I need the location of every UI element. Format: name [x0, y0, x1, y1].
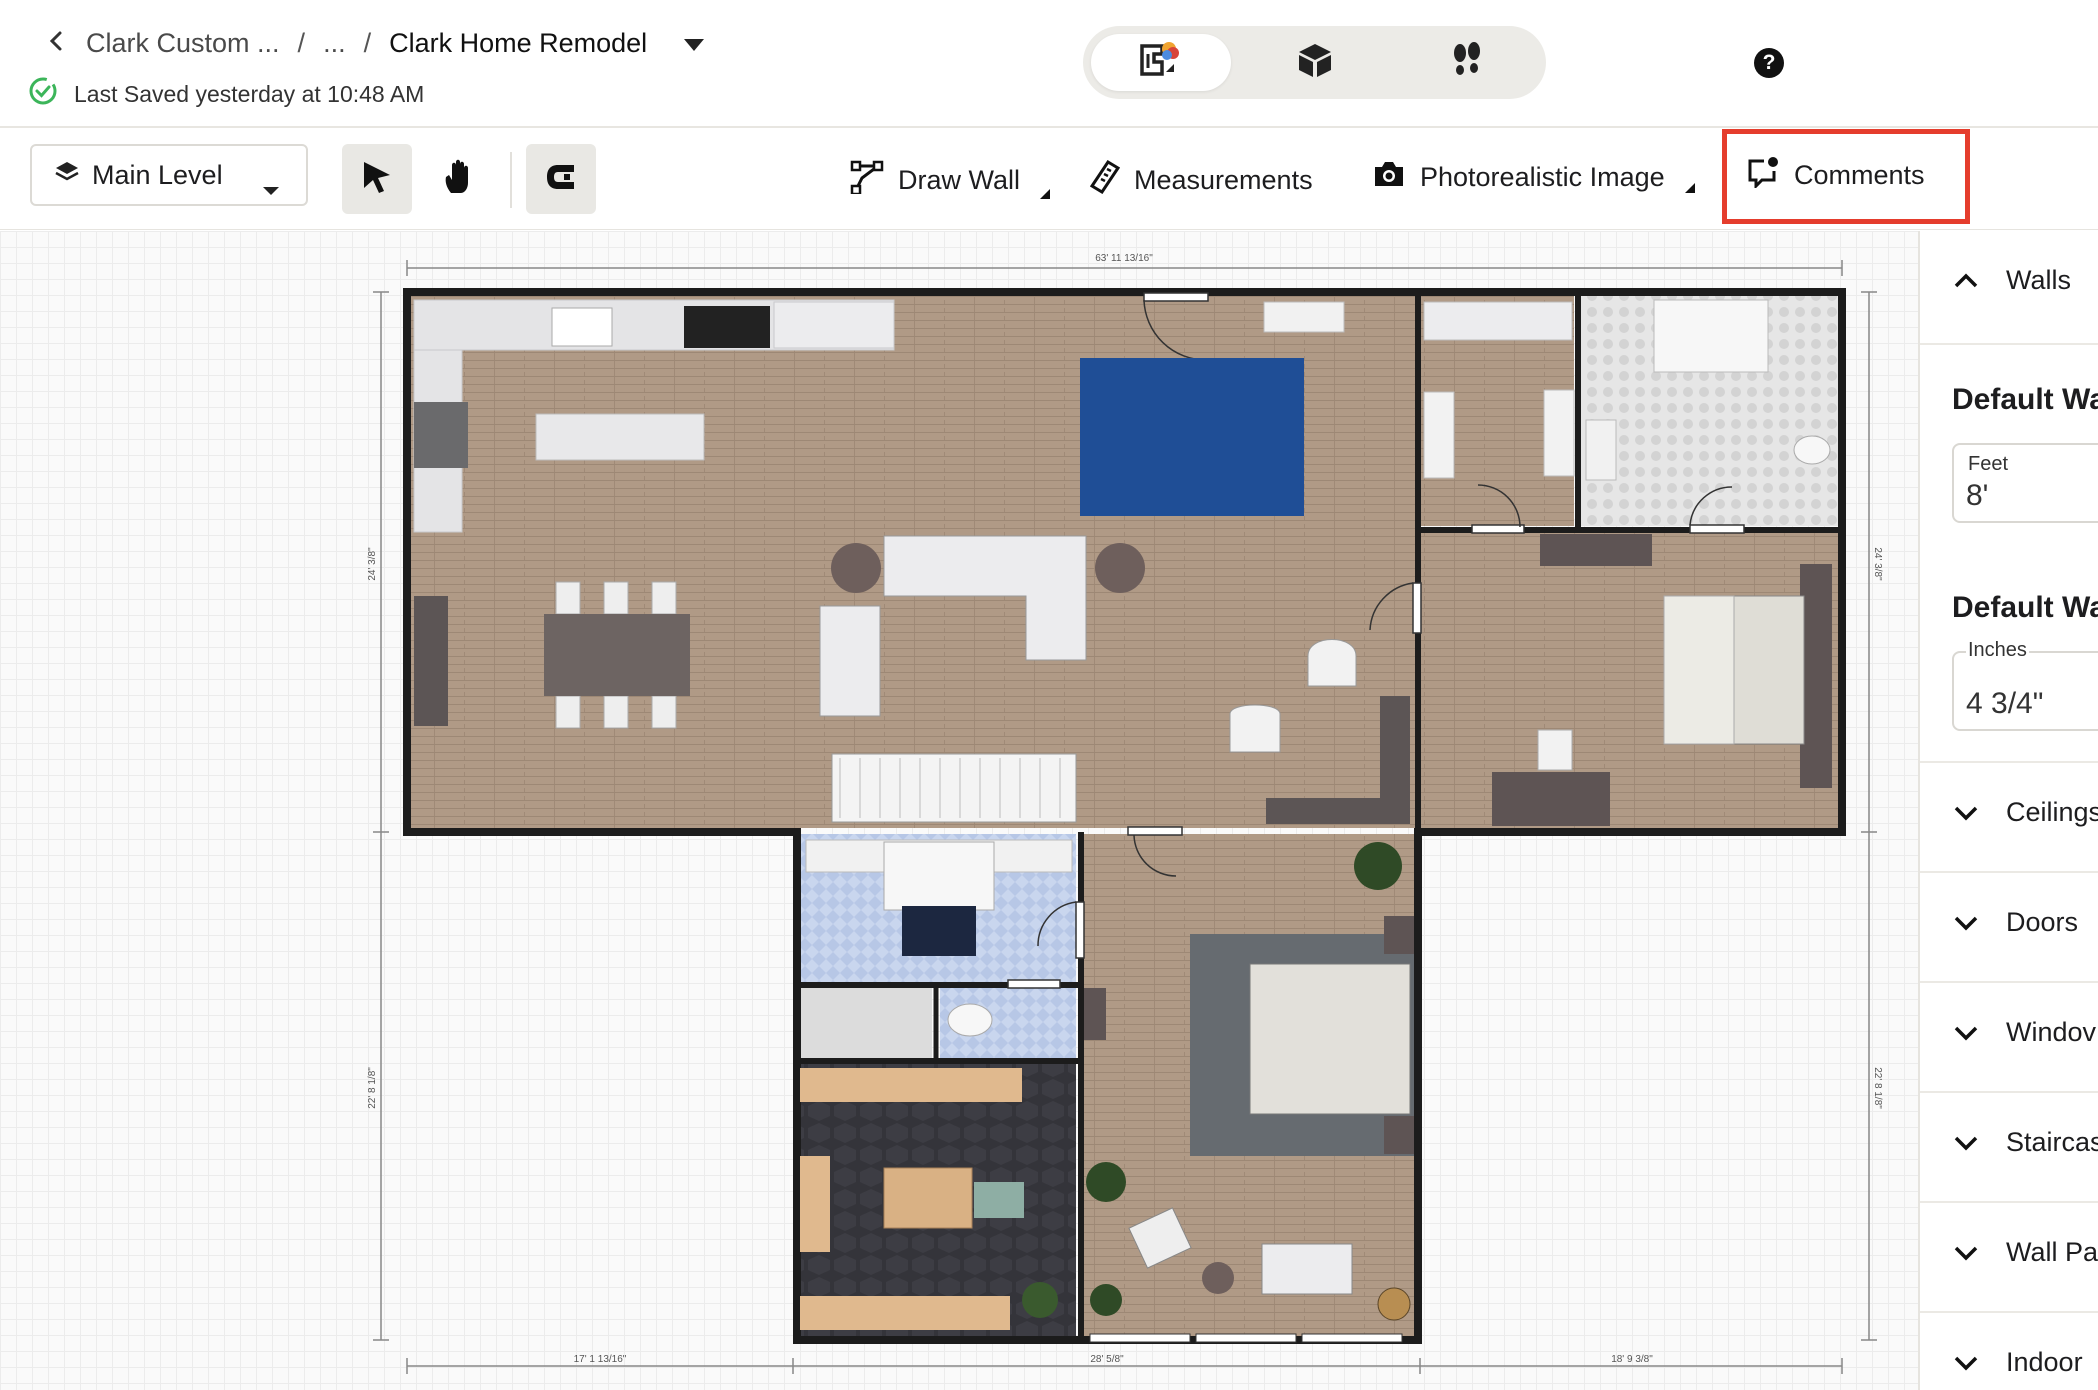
staircases-section-label: Staircas [2006, 1127, 2098, 1157]
dimension-left-lower: 22' 8 1/8" [367, 1067, 378, 1109]
wall-panels-section-header[interactable]: Wall Par [1954, 1237, 2098, 1268]
wall-height-feet-field[interactable]: Feet 8' [1952, 443, 2098, 523]
magnet-snap-icon [544, 162, 578, 197]
comments-highlight-box [1722, 129, 1970, 224]
doors-section-label: Doors [2006, 907, 2079, 937]
measurements-label: Measurements [1134, 165, 1313, 195]
breadcrumb-parent-link[interactable]: Clark Custom ... [86, 28, 280, 59]
select-arrow-icon [360, 159, 394, 200]
help-icon: ? [1762, 51, 1776, 74]
submenu-indicator-icon [1040, 189, 1051, 199]
chevron-down-icon [1954, 1356, 1978, 1370]
chevron-down-icon [1954, 1136, 1978, 1150]
wall-panels-section-label: Wall Par [2006, 1237, 2098, 1267]
panel-section-walls[interactable]: Walls [1920, 231, 2098, 345]
walls-section-label: Walls [2006, 265, 2071, 295]
2d-floorplan-icon [1136, 40, 1186, 85]
dimension-right-lower: 22' 8 1/8" [1872, 1067, 1883, 1109]
chevron-down-icon [262, 172, 280, 203]
panel-section-windows[interactable]: Windov [1920, 983, 2098, 1093]
level-selector[interactable]: Main Level [30, 144, 308, 206]
select-tool-button[interactable] [342, 144, 412, 214]
view-walkthrough-button[interactable] [1397, 34, 1537, 91]
view-3d-button[interactable] [1245, 34, 1385, 91]
dimension-left-upper: 24' 3/8" [367, 547, 378, 581]
toolbar-divider [510, 152, 512, 208]
project-dropdown-icon[interactable] [665, 28, 705, 59]
chevron-down-icon [1954, 916, 1978, 930]
dimension-bottom-left: 17' 1 13/16" [574, 1354, 627, 1365]
breadcrumb-separator: / [297, 28, 306, 58]
chevron-down-icon [1954, 1246, 1978, 1260]
panel-section-staircases[interactable]: Staircas [1920, 1093, 2098, 1203]
windows-section-label: Windov [2006, 1017, 2097, 1047]
3d-box-icon [1295, 40, 1335, 85]
photorealistic-image-button[interactable]: Photorealistic Image [1372, 160, 1695, 195]
pan-hand-icon [443, 159, 475, 200]
panel-section-indoor[interactable]: Indoor [1920, 1313, 2098, 1390]
walls-section-header[interactable]: Walls [1954, 265, 2071, 296]
windows-section-header[interactable]: Windov [1954, 1017, 2096, 1048]
draw-wall-icon [850, 160, 884, 201]
default-wall-height-title: Default Wa [1952, 383, 2098, 416]
panel-section-wall-panels[interactable]: Wall Par [1920, 1203, 2098, 1313]
save-status: Last Saved yesterday at 10:48 AM [28, 76, 424, 112]
top-header: Clark Custom ... / ... / Clark Home Remo… [0, 0, 2098, 128]
draw-wall-label: Draw Wall [898, 165, 1021, 195]
breadcrumb-ellipsis-link[interactable]: ... [323, 28, 346, 59]
chevron-down-icon [1954, 806, 1978, 820]
feet-value[interactable]: 8' [1966, 479, 1988, 513]
ruler-icon [1089, 159, 1121, 201]
snap-toggle-button[interactable] [526, 144, 596, 214]
project-name[interactable]: Clark Home Remodel [389, 28, 647, 59]
indoor-section-label: Indoor [2006, 1347, 2083, 1377]
save-status-text: Last Saved yesterday at 10:48 AM [74, 80, 425, 107]
ceilings-section-header[interactable]: Ceilings [1954, 797, 2098, 828]
floorplan-drawing[interactable]: 63' 11 13/16" 24' 3/8" 22' 8 1/8" 24' 3/… [0, 231, 1918, 1390]
chevron-down-icon [1954, 1026, 1978, 1040]
submenu-indicator-icon [1684, 183, 1695, 193]
ceilings-section-label: Ceilings [2006, 797, 2098, 827]
draw-wall-button[interactable]: Draw Wall [850, 160, 1051, 201]
chevron-up-icon [1954, 273, 1978, 287]
floorplan-canvas[interactable]: 63' 11 13/16" 24' 3/8" 22' 8 1/8" 24' 3/… [0, 231, 1918, 1390]
staircases-section-header[interactable]: Staircas [1954, 1127, 2098, 1158]
panel-section-ceilings[interactable]: Ceilings [1920, 763, 2098, 873]
measurements-button[interactable]: Measurements [1089, 159, 1313, 201]
view-mode-toggle [1083, 26, 1546, 99]
back-chevron-icon[interactable] [46, 28, 68, 59]
breadcrumb-separator: / [363, 28, 372, 58]
doors-section-header[interactable]: Doors [1954, 907, 2078, 938]
level-label: Main Level [92, 159, 223, 190]
indoor-section-header[interactable]: Indoor [1954, 1347, 2083, 1378]
panel-section-doors[interactable]: Doors [1920, 873, 2098, 983]
photorealistic-image-label: Photorealistic Image [1420, 162, 1665, 192]
dimension-right-upper: 24' 3/8" [1872, 547, 1883, 581]
inches-value[interactable]: 4 3/4" [1966, 687, 2043, 721]
dimension-bottom-right: 18' 9 3/8" [1611, 1354, 1653, 1365]
breadcrumb: Clark Custom ... / ... / Clark Home Remo… [46, 28, 705, 59]
dimension-top: 63' 11 13/16" [1095, 253, 1153, 264]
view-2d-button[interactable] [1091, 34, 1231, 91]
dimension-bottom-mid: 28' 5/8" [1090, 1354, 1124, 1365]
wall-thickness-inches-field[interactable]: Inches 4 3/4" [1952, 639, 2098, 731]
default-wall-thickness-title: Default Wa [1952, 591, 2098, 624]
help-button[interactable]: ? [1754, 48, 1784, 78]
layers-icon [54, 160, 80, 191]
inches-label: Inches [1966, 639, 2029, 662]
properties-panel: Walls Default Wa Feet 8' Default Wa Inch… [1918, 231, 2098, 1390]
camera-icon [1372, 160, 1406, 195]
feet-label: Feet [1966, 453, 2011, 476]
walkthrough-footsteps-icon [1447, 40, 1487, 85]
pan-tool-button[interactable] [424, 144, 494, 214]
check-circle-icon [28, 76, 58, 112]
